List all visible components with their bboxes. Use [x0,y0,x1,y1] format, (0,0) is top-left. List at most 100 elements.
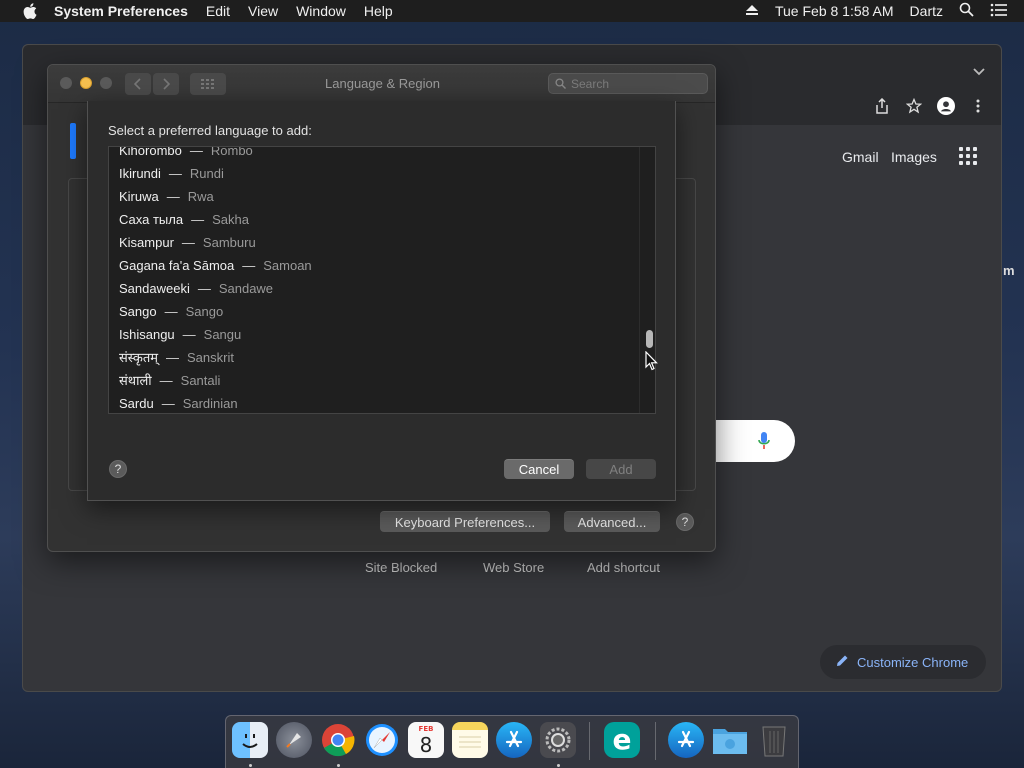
profile-avatar-icon[interactable] [937,97,955,115]
language-row[interactable]: Gagana fa'a Sāmoa — Samoan [119,256,312,276]
finder-icon[interactable] [232,722,268,758]
images-link[interactable]: Images [891,149,937,165]
language-native-name: Sango [119,304,157,319]
prefs-titlebar: Language & Region Search [48,65,715,103]
language-separator: — [164,304,178,319]
notes-icon[interactable] [452,722,488,758]
apple-menu-icon[interactable] [20,3,40,19]
sheet-prompt: Select a preferred language to add: [108,123,312,138]
language-separator: — [189,146,203,158]
customize-chrome-label: Customize Chrome [857,654,969,670]
language-english-name: Santali [180,373,221,388]
menu-edit[interactable]: Edit [206,3,230,19]
microphone-icon[interactable] [757,431,771,451]
chrome-omnibox-icons [873,97,987,115]
language-row[interactable]: संस्कृतम् — Sanskrit [119,348,234,368]
safari-icon[interactable] [364,722,400,758]
language-separator: — [197,281,211,296]
launchpad-icon[interactable] [276,722,312,758]
language-native-name: Gagana fa'a Sāmoa [119,258,235,273]
language-row[interactable]: संथाली — Santali [119,371,220,391]
language-row[interactable]: Sango — Sango [119,302,223,322]
language-row[interactable]: Ikirundi — Rundi [119,164,224,184]
menu-bar: System Preferences Edit View Window Help… [0,0,1024,22]
language-native-name: Саха тыла [119,212,184,227]
prefs-help-button[interactable]: ? [676,513,694,531]
language-separator: — [168,166,182,181]
calendar-icon[interactable]: FEB 8 [408,722,444,758]
language-row[interactable]: Ishisangu — Sangu [119,325,241,345]
spotlight-search-icon[interactable] [959,2,974,20]
language-native-name: Ishisangu [119,327,175,342]
language-separator: — [166,189,180,204]
language-separator: — [166,350,180,365]
downloads-folder-icon[interactable] [712,722,748,758]
language-separator: — [242,258,256,273]
kebab-menu-icon[interactable] [969,97,987,115]
bookmark-star-icon[interactable] [905,97,923,115]
menu-user[interactable]: Dartz [910,3,943,19]
share-icon[interactable] [873,97,891,115]
language-separator: — [159,373,173,388]
chevron-down-icon[interactable] [971,63,987,79]
language-row[interactable]: Саха тыла — Sakha [119,210,249,230]
app-store-icon[interactable] [496,722,532,758]
system-preferences-icon[interactable] [540,722,576,758]
menu-view[interactable]: View [248,3,278,19]
search-placeholder: Search [571,76,610,91]
language-list[interactable]: Sardu — Sardinian संथाली — Santali संस्कृतम् — S… [108,146,656,414]
language-native-name: Kisampur [119,235,174,250]
language-native-name: संस्कृतम् [119,350,159,365]
mouse-pointer-icon [645,350,659,371]
language-native-name: Ikirundi [119,166,161,181]
menu-app-name[interactable]: System Preferences [54,3,188,19]
google-apps-icon[interactable] [959,147,977,165]
scrollbar-thumb[interactable] [646,330,653,348]
sheet-help-button[interactable]: ? [109,460,127,478]
google-search-box[interactable] [703,420,795,462]
language-english-name: Samburu [202,235,256,250]
language-english-name: Samoan [263,258,312,273]
gmail-link[interactable]: Gmail [842,149,879,165]
keyboard-preferences-button[interactable]: Keyboard Preferences... [380,511,550,532]
language-native-name: Sandaweeki [119,281,190,296]
add-button[interactable]: Add [586,459,656,479]
menu-clock[interactable]: Tue Feb 8 1:58 AM [775,3,894,19]
language-separator: — [191,212,205,227]
eject-icon[interactable] [745,3,759,19]
customize-chrome-button[interactable]: Customize Chrome [820,645,986,679]
language-english-name: Sardinian [182,396,238,411]
eset-letter: e [612,723,632,756]
language-separator: — [181,235,195,250]
shortcut-web-store[interactable]: Web Store [483,560,544,575]
language-row[interactable]: Sardu — Sardinian [119,394,238,413]
prefs-search-field[interactable]: Search [548,73,708,94]
language-row[interactable]: Kihorombo — Rombo [119,146,253,161]
language-row[interactable]: Kisampur — Samburu [119,233,256,253]
language-english-name: Rundi [189,166,224,181]
shortcut-add[interactable]: Add shortcut [587,560,660,575]
language-separator: — [161,396,175,411]
language-english-name: Sanskrit [187,350,234,365]
menu-help[interactable]: Help [364,3,393,19]
add-language-sheet: Select a preferred language to add: Sard… [87,101,676,501]
language-english-name: Sango [185,304,224,319]
menu-window[interactable]: Window [296,3,346,19]
cancel-button[interactable]: Cancel [504,459,574,479]
language-native-name: Kihorombo [119,146,182,158]
list-scrollbar[interactable] [639,147,655,413]
language-native-name: संथाली [119,373,152,388]
trash-icon[interactable] [756,722,792,758]
app-store-folder-icon[interactable] [668,722,704,758]
language-english-name: Rombo [210,146,253,158]
chrome-icon[interactable] [320,722,356,758]
notification-center-icon[interactable] [990,3,1008,20]
language-native-name: Kiruwa [119,189,159,204]
shortcut-site-blocked[interactable]: Site Blocked [365,560,437,575]
language-row[interactable]: Kiruwa — Rwa [119,187,214,207]
language-row[interactable]: Sandaweeki — Sandawe [119,279,273,299]
language-separator: — [182,327,196,342]
eset-icon[interactable]: e [604,722,640,758]
advanced-button[interactable]: Advanced... [564,511,660,532]
language-english-name: Sandawe [218,281,274,296]
